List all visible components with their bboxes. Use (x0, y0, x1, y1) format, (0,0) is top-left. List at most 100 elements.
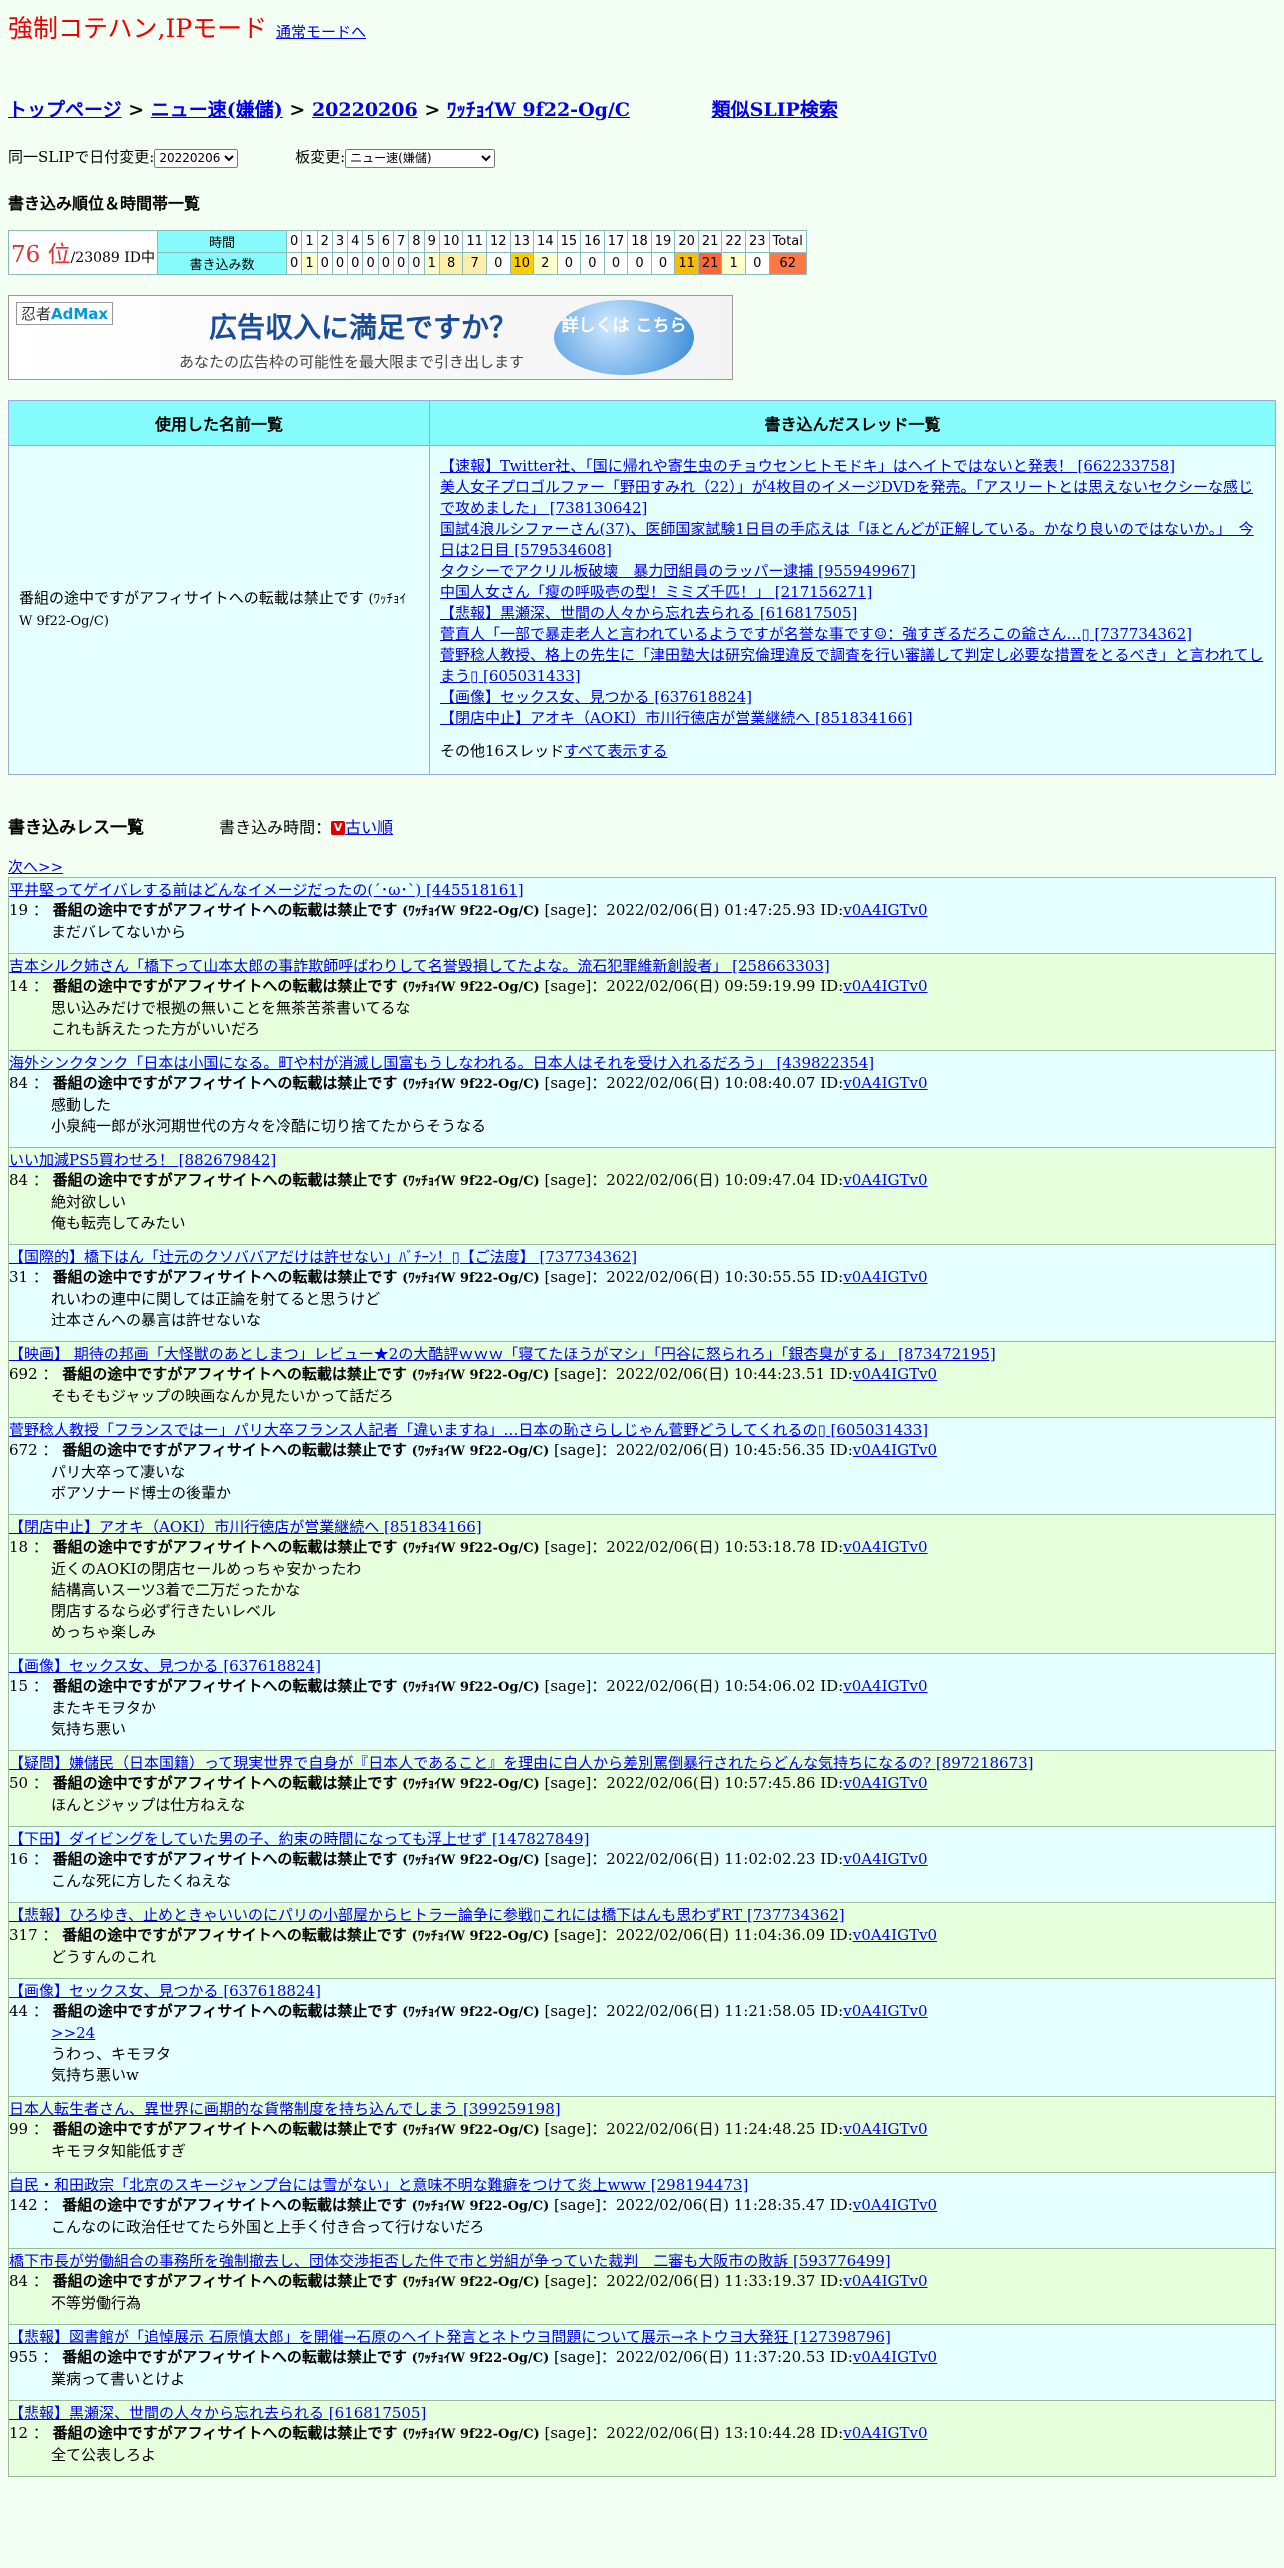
post-body-line: パリ大卒って凄いな (51, 1462, 186, 1481)
post-thread-link[interactable]: 平井堅ってゲイバレする前はどんなイメージだったの(´･ω･`) [4455181… (9, 880, 1275, 900)
post: 自民・和田政宗「北京のスキージャンプ台には雪がない」と意味不明な難癖をつけて炎上… (8, 2172, 1276, 2249)
hourly-stats-table: 76 位/23089 ID中 時間 0 1 2 3 4 5 6 7 8 9 10 11 12 13 14 15… (7, 229, 807, 275)
ad-logo-prefix: 忍者 (21, 304, 52, 323)
post-number: 16 (9, 1849, 29, 1868)
thread-link[interactable]: 国試4浪ルシファーさん(37)、医師国家試験1日目の手応えは「ほとんどが正解して… (440, 519, 1265, 561)
post-thread-link[interactable]: 菅野稔人教授「フランスではー」パリ大卒フランス人記者「違いますね」…日本の恥さら… (9, 1420, 1275, 1440)
thread-link[interactable]: 中国人女さん「瘦の呼吸壱の型！ミミズ千匹！」 [217156271] (440, 582, 1265, 603)
post-id-link[interactable]: v0A4IGTv0 (843, 2120, 927, 2138)
breadcrumb-date[interactable]: 20220206 (312, 99, 418, 121)
post-thread-link[interactable]: 【閉店中止】アオキ（AOKI）市川行徳店が営業継続へ [851834166] (9, 1517, 1275, 1537)
post-id-link[interactable]: v0A4IGTv0 (853, 2196, 937, 2214)
thread-link[interactable]: 【悲報】黒瀬深、世間の人々から忘れ去られる [616817505] (440, 603, 1265, 624)
post-thread-link[interactable]: 【映画】 期待の邦画「大怪獣のあとしまつ」レビュー★2の大酷評ｗｗｗ「寝てたほう… (9, 1344, 1275, 1364)
hour-cell: 22 (721, 229, 746, 253)
thread-link[interactable]: 【閉店中止】アオキ（AOKI）市川行徳店が営業継続へ [851834166] (440, 708, 1265, 729)
post-trip: (ﾜｯﾁｮｲW 9f22-Og/C) (402, 2274, 540, 2290)
post-body: >>24 うわっ、キモヲタ 気持ち悪いw (9, 2023, 1275, 2086)
post-id-link[interactable]: v0A4IGTv0 (843, 1850, 927, 1868)
post-body-line: れいわの連中に関しては正論を射てると思うけど (51, 1289, 381, 1308)
reply-anchor-link[interactable]: >>24 (51, 2023, 1275, 2044)
post-thread-link[interactable]: 【国際的】橋下はん「辻元のクソババアだけは許せない」ﾊﾞﾁｰﾝ！▯【ご法度】 [… (9, 1247, 1275, 1267)
post-trip: (ﾜｯﾁｮｲW 9f22-Og/C) (402, 2426, 540, 2442)
thread-link[interactable]: 【画像】セックス女、見つかる [637618824] (440, 687, 1265, 708)
post-thread-link[interactable]: 吉本シルク姉さん「橋下って山本太郎の事詐欺師呼ばわりして名誉毀損してたよな。流石… (9, 956, 1275, 976)
post-id-link[interactable]: v0A4IGTv0 (843, 1538, 927, 1556)
date-select[interactable]: 20220206 (154, 148, 239, 168)
post-id-link[interactable]: v0A4IGTv0 (853, 1365, 937, 1383)
mode-header: 強制コテハン,IPモード 通常モードへ (8, 0, 1276, 45)
selectors: 同一SLIPで日付変更: 20220206 板変更: ニュー速(嫌儲) (8, 146, 1276, 168)
hour-cell: Total (768, 229, 807, 253)
post-body-line: 全て公表しろよ (51, 2445, 157, 2464)
post-id-link[interactable]: v0A4IGTv0 (853, 1441, 937, 1459)
thread-link[interactable]: 菅直人「一部で暴走老人と言われているようですが名誉な事です☺：強すぎるだろこの爺… (440, 624, 1265, 645)
breadcrumb-top[interactable]: トップページ (8, 99, 122, 121)
post-id-link[interactable]: v0A4IGTv0 (843, 1677, 927, 1695)
post-trip: (ﾜｯﾁｮｲW 9f22-Og/C) (411, 1928, 550, 1944)
post-id-link[interactable]: v0A4IGTv0 (843, 2424, 927, 2442)
post-date: [sage]：2022/02/06(日) 11:04:36.09 ID: (554, 1925, 853, 1944)
post: 日本人転生者さん、異世界に画期的な貨幣制度を持ち込んでしまう [39925919… (8, 2096, 1276, 2173)
ad-banner[interactable]: 忍者AdMax 広告収入に満足ですか？ あなたの広告枠の可能性を最大限まで引き出… (8, 294, 733, 380)
post-id-link[interactable]: v0A4IGTv0 (853, 2348, 937, 2366)
post-name: 番組の途中ですがアフィサイトへの転載は禁止です (52, 2119, 398, 2138)
post-thread-link[interactable]: いい加減PS5買わせろ！ [882679842] (9, 1150, 1275, 1170)
post-id-link[interactable]: v0A4IGTv0 (843, 1774, 927, 1792)
post-thread-link[interactable]: 日本人転生者さん、異世界に画期的な貨幣制度を持ち込んでしまう [39925919… (9, 2099, 1275, 2119)
post-body-line: 閉店するなら必ず行きたいレベル (51, 1601, 277, 1620)
board-select[interactable]: ニュー速(嫌儲) (345, 148, 496, 168)
post-meta: 14 ： 番組の途中ですがアフィサイトへの転載は禁止です (ﾜｯﾁｮｲW 9f2… (9, 976, 928, 995)
post-thread-link[interactable]: 【悲報】図書館が「追悼展示 石原慎太郎」を開催→石原のヘイト発言とネトウヨ問題に… (9, 2327, 1275, 2347)
post-thread-link[interactable]: 【画像】セックス女、見つかる [637618824] (9, 1656, 1275, 1676)
sort-oldest-link[interactable]: 古い順 (345, 818, 393, 837)
post-name: 番組の途中ですがアフィサイトへの転載は禁止です (62, 1925, 407, 1944)
post-id-link[interactable]: v0A4IGTv0 (843, 2002, 927, 2020)
similar-slip-search-link[interactable]: 類似SLIP検索 (712, 99, 838, 121)
rank-value: 76 位 (11, 242, 71, 268)
breadcrumb-slip[interactable]: ﾜｯﾁｮｲW 9f22-Og/C (447, 99, 630, 121)
post-id-link[interactable]: v0A4IGTv0 (843, 2272, 927, 2290)
post-date: [sage]：2022/02/06(日) 13:10:44.28 ID: (544, 2423, 844, 2442)
hour-cell: 15 (556, 229, 582, 253)
post-number: 692 (9, 1364, 38, 1383)
next-page-link[interactable]: 次へ>> (8, 858, 63, 876)
post-thread-link[interactable]: 【悲報】黒瀬深、世間の人々から忘れ去られる [616817505] (9, 2403, 1275, 2423)
hour-cell: 14 (533, 229, 558, 253)
post-date: [sage]：2022/02/06(日) 11:33:19.37 ID: (544, 2271, 844, 2290)
post-body: こんな死に方したくねえな (9, 1871, 1275, 1892)
post-trip: (ﾜｯﾁｮｲW 9f22-Og/C) (402, 2122, 540, 2138)
post-id-link[interactable]: v0A4IGTv0 (843, 1171, 927, 1189)
post-id-link[interactable]: v0A4IGTv0 (843, 1074, 927, 1092)
post-body: どうすんのこれ (9, 1947, 1275, 1968)
post-thread-link[interactable]: 海外シンクタンク「日本は小国になる。町や村が消滅し国富もうしなわれる。日本人はそ… (9, 1053, 1275, 1073)
post-id-link[interactable]: v0A4IGTv0 (843, 1268, 927, 1286)
thread-link[interactable]: タクシーでアクリル板破壊 暴力団組員のラッパー逮捕 [955949967] (440, 561, 1265, 582)
post-date: [sage]：2022/02/06(日) 11:28:35.47 ID: (554, 2195, 853, 2214)
post-name: 番組の途中ですがアフィサイトへの転載は禁止です (52, 1073, 398, 1092)
breadcrumb-board[interactable]: ニュー速(嫌儲) (151, 99, 283, 121)
thread-link[interactable]: 美人女子プロゴルファー「野田すみれ（22）」が4枚目のイメージDVDを発売。「ア… (440, 477, 1265, 519)
post-thread-link[interactable]: 【画像】セックス女、見つかる [637618824] (9, 1981, 1275, 2001)
post-body-line: めっちゃ楽しみ (51, 1622, 157, 1641)
thread-link[interactable]: 【速報】Twitter社、「国に帰れや寄生虫のチョウセンヒトモドキ」はヘイトでは… (440, 456, 1265, 477)
normal-mode-link[interactable]: 通常モードへ (276, 23, 366, 41)
post-thread-link[interactable]: 【疑問】嫌儲民（日本国籍）って現実世界で自身が『日本人であること』を理由に白人か… (9, 1753, 1275, 1773)
post-id-link[interactable]: v0A4IGTv0 (853, 1926, 937, 1944)
hour-cell: 17 (603, 229, 629, 253)
board-change-label: 板変更: (295, 148, 346, 166)
thread-link[interactable]: 菅野稔人教授、格上の先生に「津田塾大は研究倫理違反で調査を行い審議して判定し必要… (440, 645, 1265, 687)
post-id-link[interactable]: v0A4IGTv0 (843, 901, 927, 919)
ranking-heading: 書き込み順位＆時間帯一覧 (8, 193, 201, 213)
post-date: [sage]：2022/02/06(日) 10:44:23.51 ID: (554, 1364, 853, 1383)
thread-cell: 【速報】Twitter社、「国に帰れや寄生虫のチョウセンヒトモドキ」はヘイトでは… (429, 444, 1276, 775)
post-thread-link[interactable]: 【下田】ダイビングをしていた男の子、約束の時間になっても浮上せず [147827… (9, 1829, 1275, 1849)
post-thread-link[interactable]: 橋下市長が労働組合の事務所を強制撤去し、団体交渉拒否した件で市と労組が争っていた… (9, 2251, 1275, 2271)
post-id-link[interactable]: v0A4IGTv0 (843, 977, 927, 995)
post-thread-link[interactable]: 【悲報】ひろゆき、止めときゃいいのにパリの小部屋からヒトラー論争に参戦▯これには… (9, 1905, 1275, 1925)
post: 【下田】ダイビングをしていた男の子、約束の時間になっても浮上せず [147827… (8, 1826, 1276, 1903)
ad-details-button[interactable]: 詳しくは こちら (554, 299, 694, 375)
show-all-threads-link[interactable]: すべて表示する (564, 742, 667, 760)
post-thread-link[interactable]: 自民・和田政宗「北京のスキージャンプ台には雪がない」と意味不明な難癖をつけて炎上… (9, 2175, 1275, 2195)
post-body: 全て公表しろよ (9, 2445, 1275, 2466)
